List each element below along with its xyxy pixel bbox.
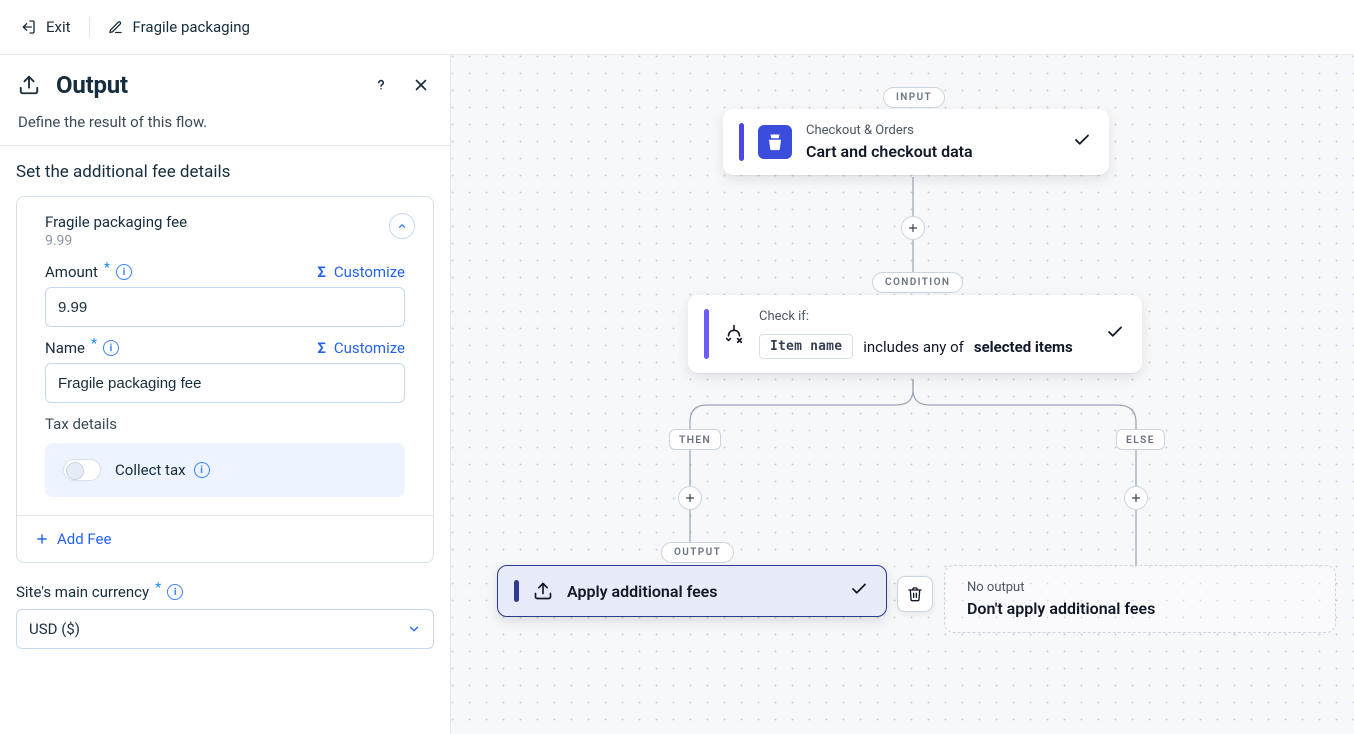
collapse-button[interactable]	[389, 213, 415, 239]
no-output-title: Don't apply additional fees	[967, 599, 1313, 618]
no-output-sub: No output	[967, 580, 1313, 595]
amount-label: Amount	[45, 263, 98, 281]
name-label: Name	[45, 339, 85, 357]
check-icon	[832, 580, 868, 602]
tax-box: Collect tax i	[45, 443, 405, 497]
node-accent	[704, 309, 709, 359]
fee-name-preview: Fragile packaging fee	[45, 213, 389, 231]
fee-amount-preview: 9.99	[45, 233, 389, 249]
required-mark: *	[91, 336, 97, 352]
panel-subtitle: Define the result of this flow.	[18, 113, 432, 131]
add-fee-button[interactable]: Add Fee	[17, 515, 433, 562]
branch-icon	[723, 323, 745, 345]
name-input[interactable]	[45, 363, 405, 403]
output-title: Apply additional fees	[567, 582, 718, 601]
required-mark: *	[155, 580, 161, 596]
exit-button[interactable]: Exit	[20, 18, 71, 36]
output-icon	[533, 581, 553, 601]
divider	[89, 17, 90, 37]
condition-node[interactable]: Check if: Item name includes any of sele…	[688, 295, 1142, 373]
exit-label: Exit	[46, 18, 71, 36]
output-node[interactable]: Apply additional fees	[497, 565, 887, 617]
exit-icon	[20, 19, 36, 35]
currency-label: Site's main currency	[16, 583, 149, 601]
flow-title-button[interactable]: Fragile packaging	[108, 18, 250, 36]
shopping-bag-icon	[758, 125, 792, 159]
help-button[interactable]	[370, 74, 392, 96]
customize-amount-button[interactable]: Σ Customize	[317, 263, 405, 281]
currency-select[interactable]: USD ($)	[16, 609, 434, 649]
input-node[interactable]: Checkout & Orders Cart and checkout data	[723, 109, 1109, 175]
node-accent	[739, 123, 744, 161]
close-button[interactable]	[410, 74, 432, 96]
customize-label: Customize	[334, 263, 405, 281]
flow-title-label: Fragile packaging	[133, 18, 250, 36]
customize-label: Customize	[334, 339, 405, 357]
else-label: ELSE	[1116, 429, 1165, 450]
amount-input[interactable]	[45, 287, 405, 327]
sigma-icon: Σ	[317, 339, 326, 357]
customize-name-button[interactable]: Σ Customize	[317, 339, 405, 357]
tax-section-label: Tax details	[45, 415, 405, 433]
no-output-node[interactable]: No output Don't apply additional fees	[944, 565, 1336, 633]
check-icon	[1055, 131, 1091, 153]
condition-end: selected items	[974, 338, 1073, 356]
panel-title: Output	[56, 71, 354, 99]
check-if-label: Check if:	[759, 309, 1073, 324]
condition-chip: Item name	[759, 334, 853, 359]
add-fee-label: Add Fee	[57, 530, 111, 548]
output-tag: OUTPUT	[661, 542, 734, 563]
info-icon[interactable]: i	[116, 264, 132, 280]
condition-mid: includes any of	[863, 338, 964, 356]
check-icon	[1088, 323, 1124, 345]
info-icon[interactable]: i	[103, 340, 119, 356]
add-node-button[interactable]	[901, 216, 925, 240]
fee-card: Fragile packaging fee 9.99 Amount *	[16, 196, 434, 563]
then-label: THEN	[669, 429, 721, 450]
pencil-icon	[108, 20, 123, 35]
sigma-icon: Σ	[317, 263, 326, 281]
input-tag: INPUT	[883, 87, 945, 108]
add-then-node-button[interactable]	[678, 486, 702, 510]
side-panel: Output Define the result of this flow. S…	[0, 54, 451, 734]
collect-tax-label: Collect tax	[115, 461, 186, 479]
delete-output-button[interactable]	[897, 576, 933, 612]
currency-value: USD ($)	[29, 620, 80, 638]
add-else-node-button[interactable]	[1124, 486, 1148, 510]
output-icon	[18, 74, 40, 96]
info-icon[interactable]: i	[194, 462, 210, 478]
input-sub: Checkout & Orders	[806, 123, 973, 138]
input-title: Cart and checkout data	[806, 142, 973, 161]
collect-tax-toggle[interactable]	[63, 459, 101, 481]
node-accent	[514, 580, 519, 602]
section-title: Set the additional fee details	[16, 162, 434, 182]
chevron-down-icon	[407, 622, 421, 636]
condition-tag: CONDITION	[872, 272, 963, 293]
required-mark: *	[104, 260, 110, 276]
info-icon[interactable]: i	[167, 584, 183, 600]
flow-canvas[interactable]: INPUT Checkout & Orders Cart and checkou…	[451, 54, 1354, 734]
